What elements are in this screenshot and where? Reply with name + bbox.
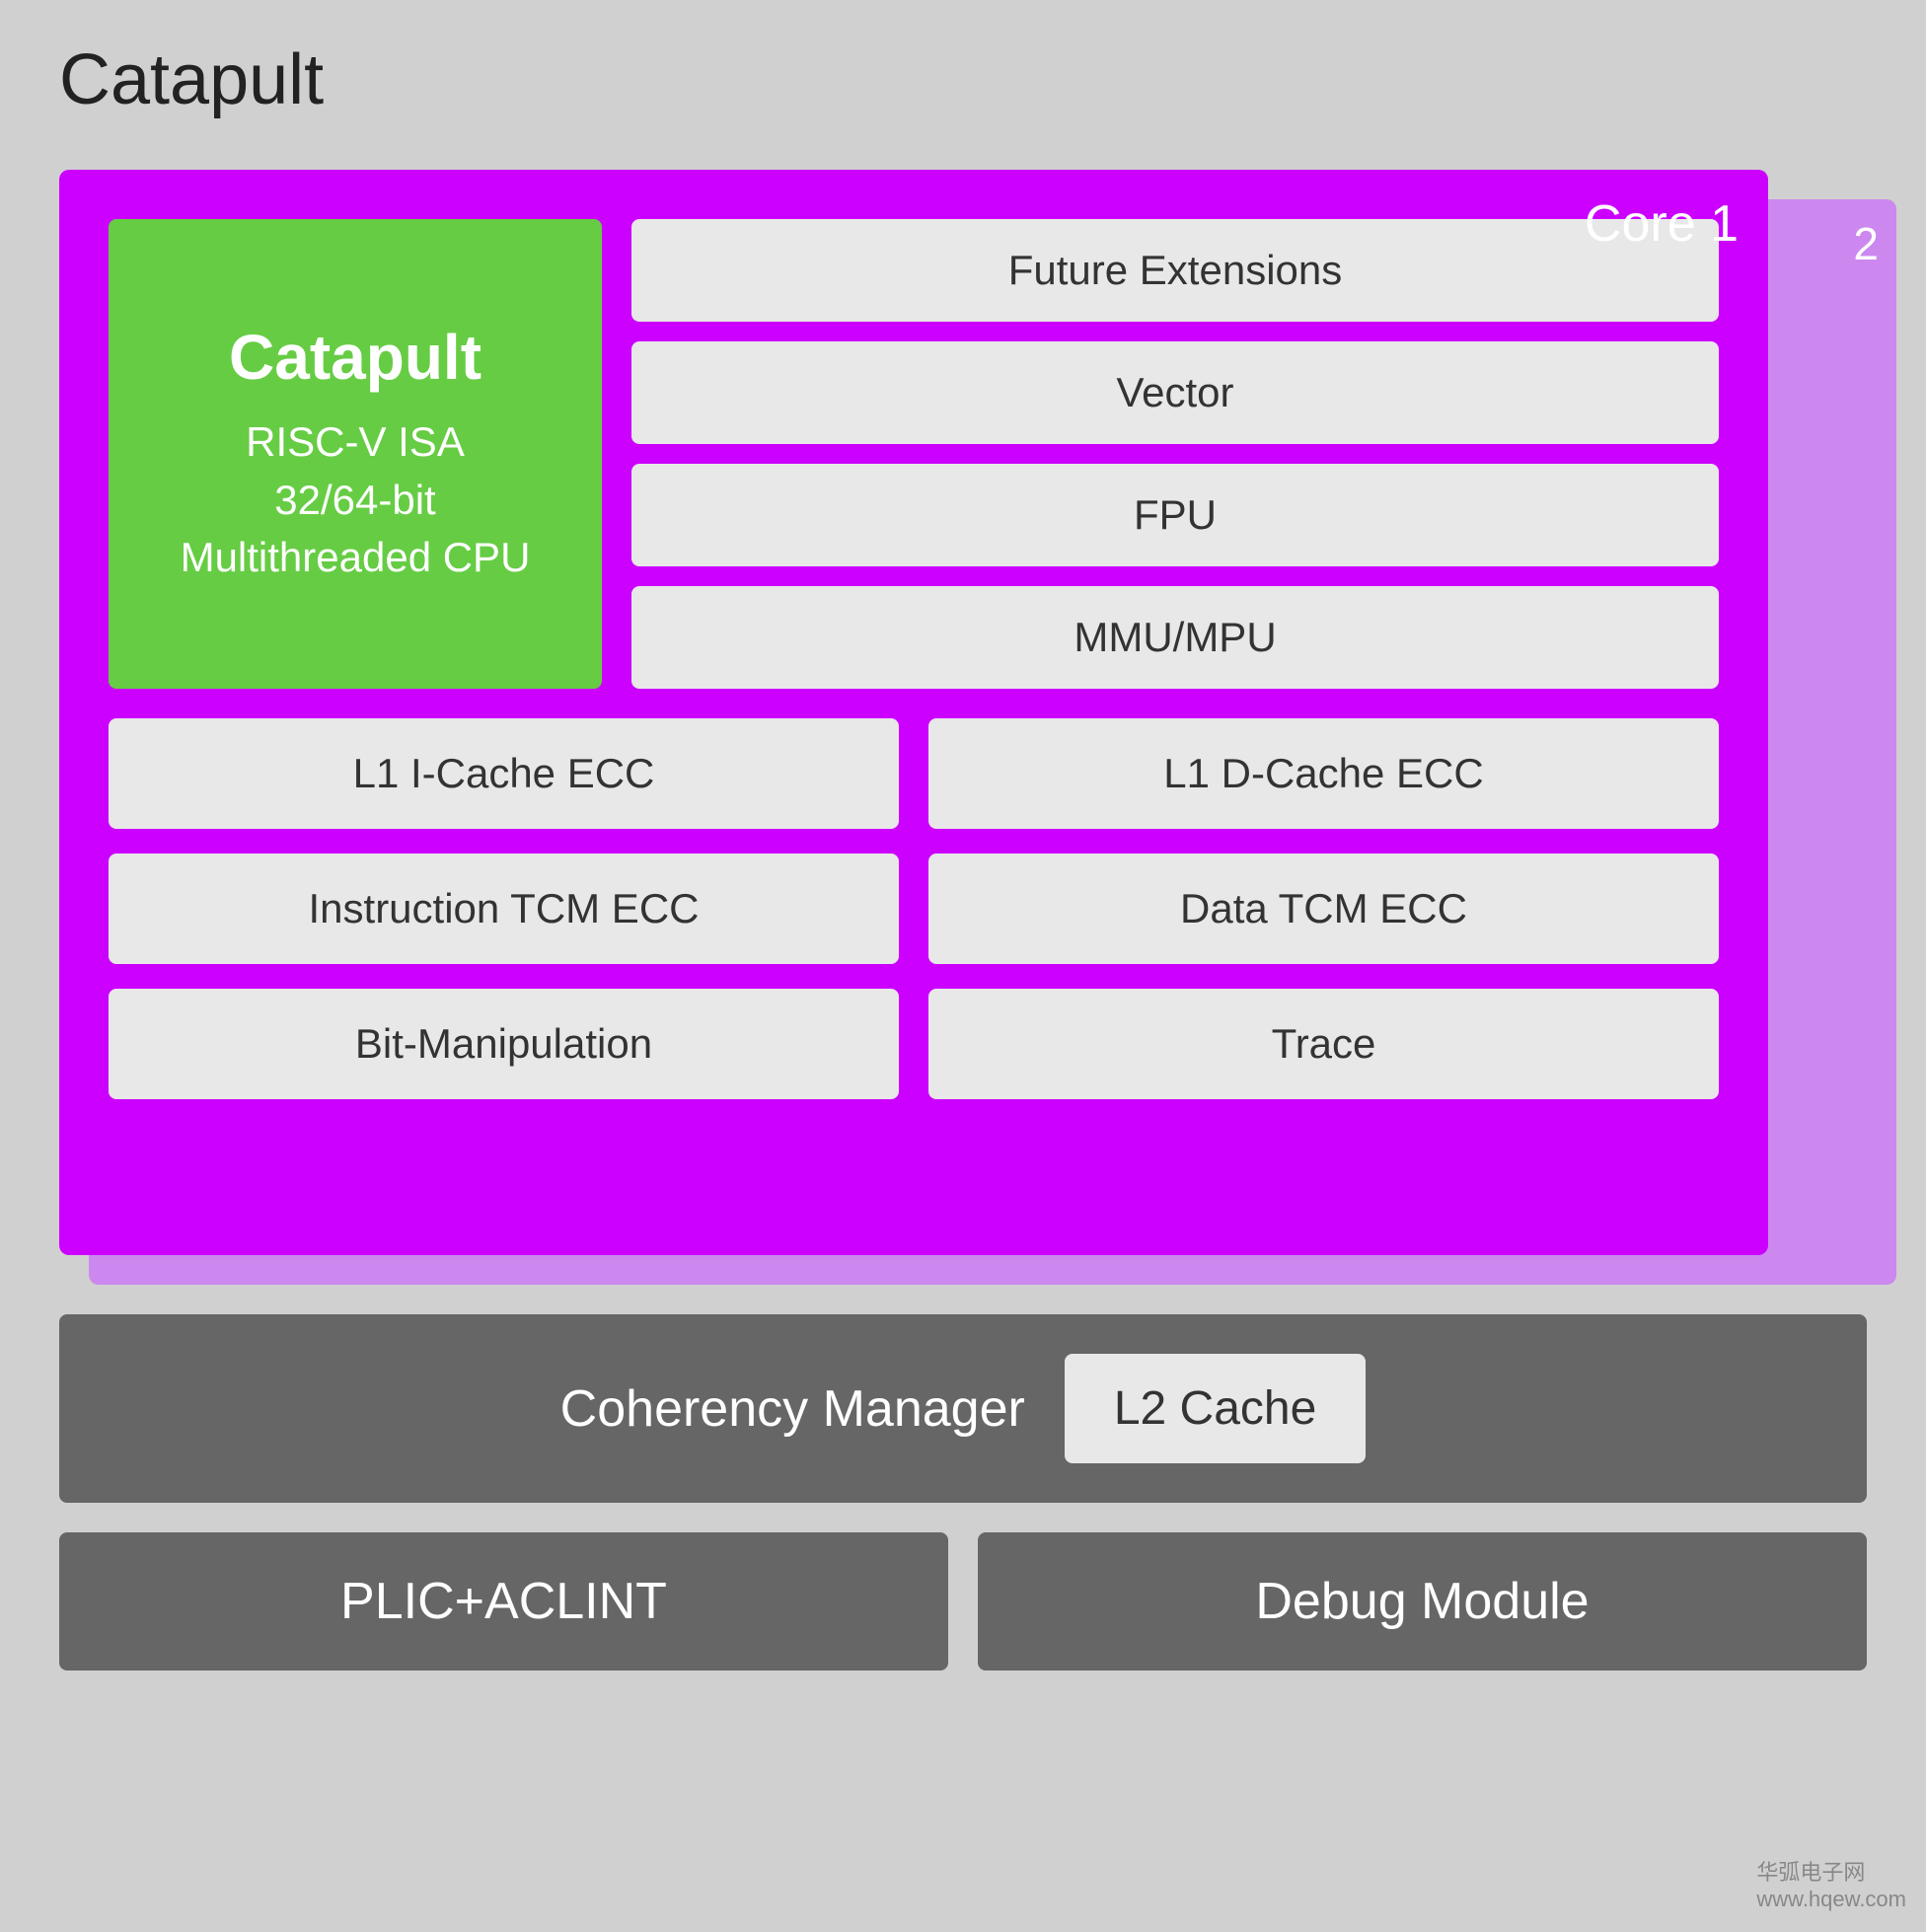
l1-icache: L1 I-Cache ECC bbox=[109, 718, 899, 829]
coherency-label: Coherency Manager bbox=[560, 1379, 1025, 1439]
trace: Trace bbox=[928, 989, 1719, 1099]
extension-vector: Vector bbox=[631, 341, 1719, 444]
l2-cache-box: L2 Cache bbox=[1065, 1354, 1366, 1463]
plic-debug-row: PLIC+ACLINT Debug Module bbox=[59, 1532, 1867, 1671]
core-2-label: 2 bbox=[1853, 217, 1879, 270]
watermark: 华弧电子网 www.hqew.com bbox=[1756, 1855, 1906, 1912]
extension-future: Future Extensions bbox=[631, 219, 1719, 322]
catapult-name: Catapult bbox=[229, 321, 482, 394]
instruction-tcm: Instruction TCM ECC bbox=[109, 854, 899, 964]
core-1-box: Core 1 Catapult RISC-V ISA 32/64-bit Mul… bbox=[59, 170, 1768, 1255]
data-tcm: Data TCM ECC bbox=[928, 854, 1719, 964]
l1-dcache: L1 D-Cache ECC bbox=[928, 718, 1719, 829]
main-diagram: 8 2 Core 1 Catapult RISC-V ISA 32/64-bit… bbox=[59, 170, 1867, 1671]
coherency-row: Coherency Manager L2 Cache bbox=[59, 1314, 1867, 1503]
top-row: Catapult RISC-V ISA 32/64-bit Multithrea… bbox=[109, 219, 1719, 689]
extension-mmu: MMU/MPU bbox=[631, 586, 1719, 689]
tcm-row: Instruction TCM ECC Data TCM ECC bbox=[109, 854, 1719, 964]
extensions-column: Future Extensions Vector FPU MMU/MPU bbox=[631, 219, 1719, 689]
extension-fpu: FPU bbox=[631, 464, 1719, 566]
core-1-inner: Catapult RISC-V ISA 32/64-bit Multithrea… bbox=[109, 219, 1719, 1099]
bottom-grid: L1 I-Cache ECC L1 D-Cache ECC Instructio… bbox=[109, 718, 1719, 1099]
catapult-cpu-block: Catapult RISC-V ISA 32/64-bit Multithrea… bbox=[109, 219, 602, 689]
core-1-label: Core 1 bbox=[1585, 194, 1739, 254]
plic-box: PLIC+ACLINT bbox=[59, 1532, 948, 1671]
misc-row: Bit-Manipulation Trace bbox=[109, 989, 1719, 1099]
debug-box: Debug Module bbox=[978, 1532, 1867, 1671]
cache-row: L1 I-Cache ECC L1 D-Cache ECC bbox=[109, 718, 1719, 829]
page-title: Catapult bbox=[59, 39, 1867, 120]
catapult-desc: RISC-V ISA 32/64-bit Multithreaded CPU bbox=[181, 413, 531, 587]
bottom-sections: Coherency Manager L2 Cache PLIC+ACLINT D… bbox=[59, 1314, 1867, 1671]
bit-manipulation: Bit-Manipulation bbox=[109, 989, 899, 1099]
